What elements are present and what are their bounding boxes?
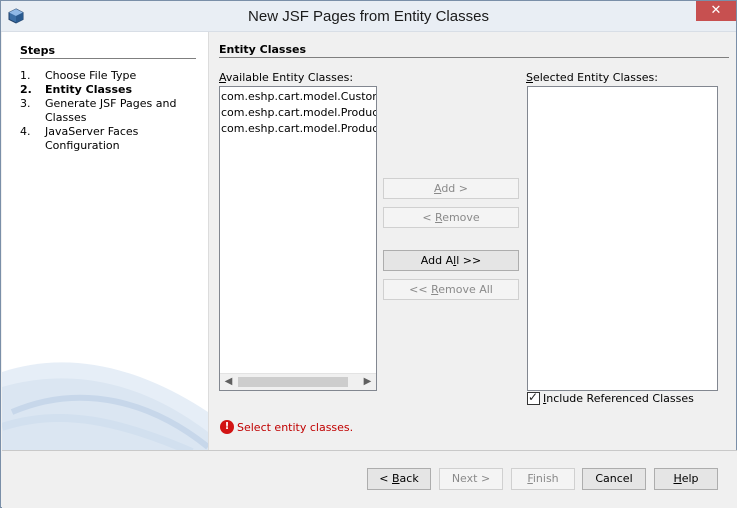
section-divider	[219, 57, 729, 58]
close-icon: ✕	[710, 3, 722, 18]
remove-all-button[interactable]: << Remove All	[383, 279, 519, 300]
steps-list: 1. Choose File Type 2. Entity Classes 3.…	[20, 69, 200, 153]
step-label: Generate JSF Pages and Classes	[45, 97, 177, 124]
checkmark-icon: ✓	[528, 390, 539, 404]
step-number: 2.	[20, 83, 32, 96]
error-message: ! Select entity classes.	[220, 420, 353, 434]
list-item[interactable]: com.eshp.cart.model.Customer	[221, 89, 376, 105]
error-text: Select entity classes.	[237, 420, 354, 434]
remove-button[interactable]: < Remove	[383, 207, 519, 228]
scroll-right-icon[interactable]: ▶	[359, 374, 376, 390]
step-label: Choose File Type	[45, 69, 137, 82]
include-referenced-checkbox[interactable]: ✓	[527, 390, 540, 405]
available-classes-list[interactable]: com.eshp.cart.model.Customer com.eshp.ca…	[219, 86, 377, 391]
step-label: Entity Classes	[45, 83, 133, 96]
finish-button[interactable]: Finish	[511, 468, 575, 490]
steps-divider	[20, 58, 196, 59]
list-item[interactable]: com.eshp.cart.model.ProductOrder	[221, 121, 376, 137]
error-icon: !	[220, 420, 234, 434]
cancel-button[interactable]: Cancel	[582, 468, 646, 490]
step-item: 4. JavaServer Faces Configuration	[20, 125, 200, 153]
scroll-left-icon[interactable]: ◀	[220, 374, 237, 390]
section-title: Entity Classes	[219, 43, 307, 56]
scroll-thumb[interactable]	[238, 377, 348, 387]
title-bar[interactable]: New JSF Pages from Entity Classes ✕	[1, 1, 736, 32]
step-item: 1. Choose File Type	[20, 69, 200, 83]
dialog-window: New JSF Pages from Entity Classes ✕ Step…	[0, 0, 737, 508]
horizontal-scrollbar[interactable]: ◀ ▶	[220, 373, 376, 390]
step-number: 4.	[20, 125, 31, 138]
step-item-current: 2. Entity Classes	[20, 83, 200, 97]
close-button[interactable]: ✕	[696, 1, 736, 21]
selected-classes-list[interactable]	[527, 86, 718, 391]
step-label: JavaServer Faces Configuration	[45, 125, 139, 152]
steps-pane: Steps 1. Choose File Type 2. Entity Clas…	[2, 32, 208, 450]
window-title: New JSF Pages from Entity Classes	[248, 8, 489, 25]
help-button[interactable]: Help	[654, 468, 718, 490]
decorative-swoosh-graphic	[2, 362, 208, 450]
step-item: 3. Generate JSF Pages and Classes	[20, 97, 200, 125]
list-item[interactable]: com.eshp.cart.model.Product	[221, 105, 376, 121]
add-button[interactable]: Add >	[383, 178, 519, 199]
step-number: 1.	[20, 69, 31, 82]
pane-divider	[208, 32, 209, 450]
selected-classes-label: Selected Entity Classes:	[526, 71, 658, 84]
available-classes-label: Available Entity Classes:	[219, 71, 354, 84]
next-button[interactable]: Next >	[439, 468, 503, 490]
step-number: 3.	[20, 97, 31, 110]
back-button[interactable]: < Back	[367, 468, 431, 490]
include-referenced-label: Include Referenced Classes	[543, 392, 694, 405]
include-referenced-checkbox-row[interactable]: ✓ Include Referenced Classes	[527, 390, 694, 405]
add-all-button[interactable]: Add All >>	[383, 250, 519, 271]
steps-title: Steps	[20, 44, 56, 57]
